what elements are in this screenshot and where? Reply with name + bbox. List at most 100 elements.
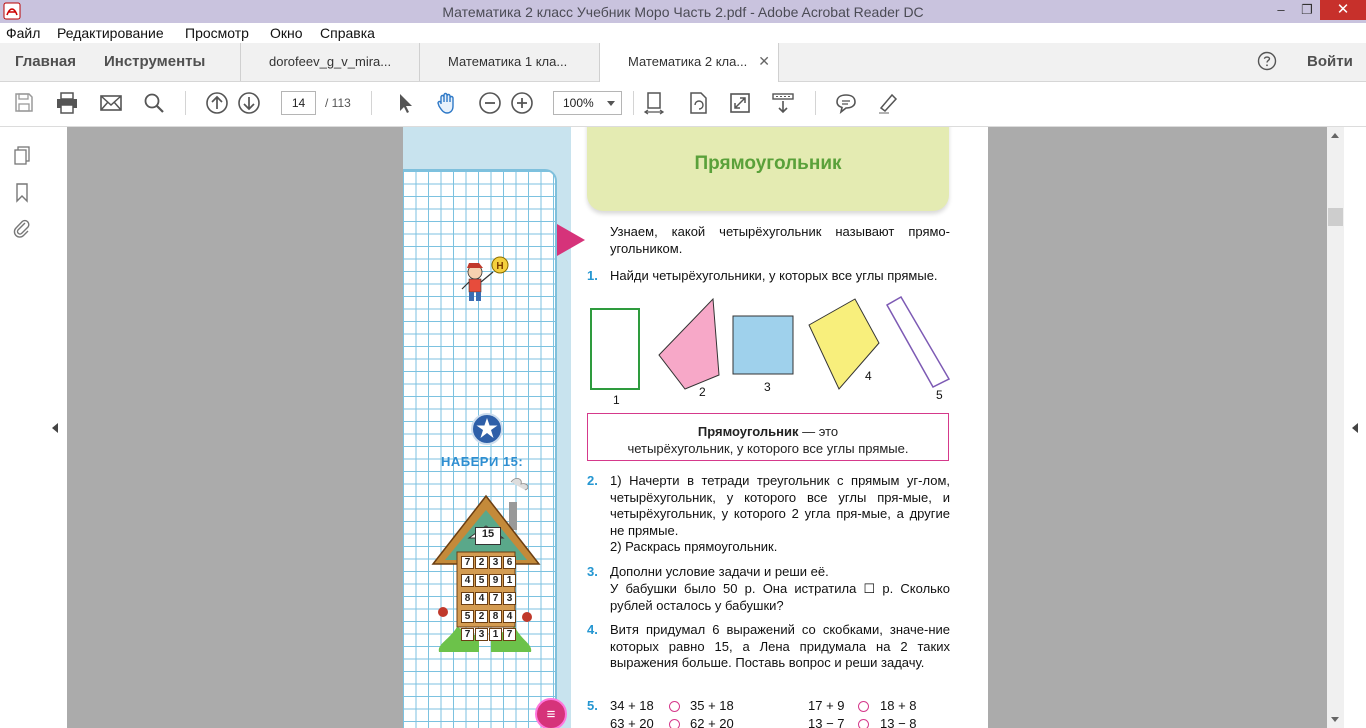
tab-tools[interactable]: Инструменты (104, 53, 205, 70)
doc-tab-2[interactable]: Математика 1 кла... (419, 43, 599, 81)
expression: 34 + 18 (610, 698, 654, 713)
tab-bar: Главная Инструменты dorofeev_g_v_mira...… (0, 43, 1366, 82)
menu-file[interactable]: Файл (6, 25, 40, 41)
doc-tab-label: Математика 2 кла... (628, 54, 748, 69)
page-number-input[interactable]: 14 (281, 91, 316, 115)
zoom-in-icon[interactable] (509, 90, 535, 116)
doc-tab-1[interactable]: dorofeev_g_v_mira... (240, 43, 419, 81)
house-number: 15 (475, 527, 501, 545)
house-digit: 7 (461, 556, 474, 569)
definition-connector: — это (798, 424, 839, 439)
zoom-select[interactable]: 100% (553, 91, 622, 115)
maximize-button[interactable]: ❐ (1294, 0, 1320, 20)
search-icon[interactable] (141, 90, 167, 116)
star-badge-icon (471, 413, 503, 445)
close-tab-icon[interactable]: ✕ (758, 53, 770, 70)
pointer-arrow (557, 224, 585, 256)
side-label: НАБЕРИ 15: (441, 454, 524, 469)
compare-circle-icon (858, 701, 869, 712)
toolbar: 14 / 113 100% (0, 82, 1366, 127)
save-icon[interactable] (11, 90, 37, 116)
doc-tab-label: Математика 1 кла... (448, 54, 568, 69)
shape-label: 5 (936, 388, 943, 402)
task-3-text: Дополни условие задачи и реши её. (610, 564, 829, 579)
expression: 63 + 20 (610, 716, 654, 728)
menu-help[interactable]: Справка (320, 25, 375, 41)
house-digit: 2 (475, 610, 488, 623)
task-number: 5. (587, 698, 598, 713)
house-digit: 9 (489, 574, 502, 587)
page-thumbnails-icon[interactable] (11, 144, 33, 166)
lesson-title: Прямоугольник (694, 153, 842, 174)
previous-page-icon[interactable] (204, 90, 230, 116)
sign-in-button[interactable]: Войти (1307, 53, 1353, 70)
left-panel-strip (44, 127, 67, 728)
house-digit: 4 (475, 592, 488, 605)
toolbar-separator (371, 91, 372, 115)
operations-badge-icon: ≡ (535, 698, 567, 728)
house-digit: 6 (503, 556, 516, 569)
highlight-pen-icon[interactable] (875, 90, 901, 116)
select-cursor-icon[interactable] (392, 90, 418, 116)
definition-box: Прямоугольник — это четырёхугольник, у к… (587, 413, 949, 461)
shape-label: 4 (865, 369, 872, 383)
next-page-icon[interactable] (236, 90, 262, 116)
intro-text: Узнаем, какой четырёхугольник называют п… (610, 224, 950, 256)
scrollbar-thumb[interactable] (1328, 208, 1343, 226)
full-screen-icon[interactable] (727, 90, 753, 116)
zoom-out-icon[interactable] (477, 90, 503, 116)
lesson-heading-box: Прямоугольник (587, 127, 949, 211)
attachments-icon[interactable] (11, 217, 33, 239)
toolbar-separator (185, 91, 186, 115)
task-number: 3. (587, 564, 598, 579)
task-2-text: 1) Начерти в тетради треугольник с прямы… (610, 473, 950, 538)
shape-label: 2 (699, 385, 706, 399)
print-icon[interactable] (54, 90, 80, 116)
house-digit: 7 (489, 592, 502, 605)
menu-edit[interactable]: Редактирование (57, 25, 164, 41)
close-window-button[interactable]: ✕ (1320, 0, 1366, 20)
document-viewport[interactable]: Н НАБЕРИ 15: 15 7 2 3 64 5 9 18 4 7 35 2 8 47 3 1 7 ≡ (67, 127, 1327, 728)
definition-line-2: четырёхугольник, у которого все углы пря… (627, 440, 909, 456)
expression: 13 − 7 (808, 716, 845, 728)
house-digit: 3 (503, 592, 516, 605)
shape-label: 3 (764, 380, 771, 394)
expand-right-panel-icon[interactable] (1352, 423, 1358, 433)
pdf-page: Н НАБЕРИ 15: 15 7 2 3 64 5 9 18 4 7 35 2 8 47 3 1 7 ≡ (403, 127, 988, 728)
house-digit: 3 (489, 556, 502, 569)
tab-home[interactable]: Главная (15, 53, 76, 70)
task-number: 1. (587, 268, 598, 283)
scroll-down-icon[interactable] (1331, 717, 1339, 722)
comment-icon[interactable] (833, 90, 859, 116)
house-digit: 5 (461, 610, 474, 623)
minimize-button[interactable]: – (1268, 0, 1294, 20)
svg-text:Н: Н (496, 261, 503, 272)
house-digit: 1 (489, 628, 502, 641)
house-digit: 1 (503, 574, 516, 587)
rotate-page-icon[interactable] (685, 90, 711, 116)
menu-bar: Файл Редактирование Просмотр Окно Справк… (0, 23, 1366, 43)
compare-circle-icon (858, 719, 869, 728)
doc-tab-3-active[interactable]: Математика 2 кла... ✕ (599, 43, 779, 82)
navigation-pane (0, 127, 45, 728)
menu-window[interactable]: Окно (270, 25, 303, 41)
expression: 62 + 20 (690, 716, 734, 728)
definition-term: Прямоугольник (697, 424, 799, 439)
expression: 17 + 9 (808, 698, 845, 713)
scroll-up-icon[interactable] (1331, 133, 1339, 138)
read-mode-icon[interactable] (770, 90, 796, 116)
house-digit-grid: 7 2 3 64 5 9 18 4 7 35 2 8 47 3 1 7 (460, 552, 516, 642)
email-icon[interactable] (98, 90, 124, 116)
help-icon[interactable] (1257, 51, 1277, 71)
expand-left-panel-icon[interactable] (52, 423, 58, 433)
fit-page-icon[interactable] (641, 90, 667, 116)
house-digit: 8 (489, 610, 502, 623)
task-2-text-part2: 2) Раскрась прямоугольник. (610, 539, 778, 554)
page-total: / 113 (325, 96, 351, 110)
vertical-scrollbar[interactable] (1327, 127, 1344, 728)
compare-circle-icon (669, 719, 680, 728)
hand-tool-icon[interactable] (434, 90, 460, 116)
bookmarks-icon[interactable] (11, 181, 33, 203)
menu-view[interactable]: Просмотр (185, 25, 249, 41)
compare-circle-icon (669, 701, 680, 712)
